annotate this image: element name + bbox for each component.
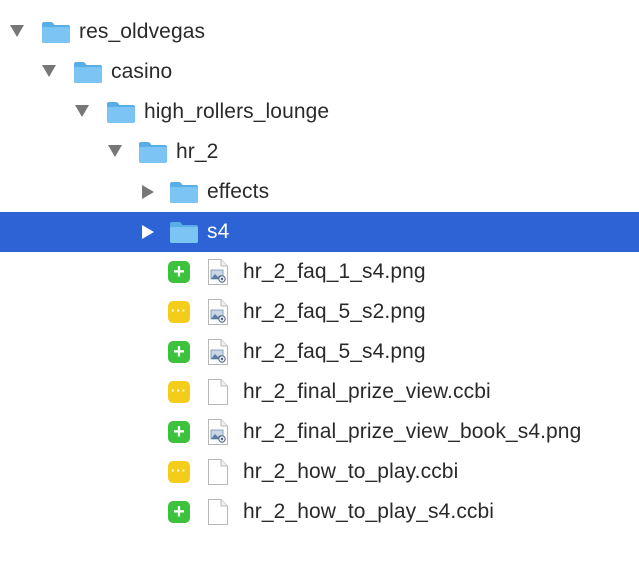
image-file-icon <box>207 298 229 326</box>
image-file-icon <box>207 258 229 286</box>
document-file-icon <box>207 498 229 526</box>
folder-label: res_oldvegas <box>79 20 206 43</box>
file-label: hr_2_faq_5_s2.png <box>243 300 426 323</box>
file-label: hr_2_faq_1_s4.png <box>243 260 426 283</box>
file-label: hr_2_how_to_play_s4.ccbi <box>243 500 495 523</box>
tree-row-file[interactable]: + hr_2_how_to_play_s4.ccbi <box>0 492 639 532</box>
status-modified-badge: ··· <box>168 461 190 483</box>
tree-row-file[interactable]: ··· hr_2_final_prize_view.ccbi <box>0 372 639 412</box>
status-added-badge: + <box>168 341 190 363</box>
file-label: hr_2_faq_5_s4.png <box>243 340 426 363</box>
tree-row-high-rollers-lounge[interactable]: high_rollers_lounge <box>0 92 639 132</box>
tree-row-res-oldvegas[interactable]: res_oldvegas <box>0 12 639 52</box>
disclosure-triangle-collapsed-icon[interactable] <box>142 185 154 199</box>
disclosure-triangle-expanded-icon[interactable] <box>10 25 24 37</box>
folder-icon <box>106 100 136 124</box>
tree-row-file[interactable]: ··· hr_2_faq_5_s2.png <box>0 292 639 332</box>
status-added-badge: + <box>168 421 190 443</box>
tree-row-s4[interactable]: s4 <box>0 212 639 252</box>
file-label: hr_2_final_prize_view_book_s4.png <box>243 420 582 443</box>
folder-icon <box>73 60 103 84</box>
image-file-icon <box>207 338 229 366</box>
tree-row-casino[interactable]: casino <box>0 52 639 92</box>
file-label: hr_2_how_to_play.ccbi <box>243 460 459 483</box>
tree-row-file[interactable]: + hr_2_faq_5_s4.png <box>0 332 639 372</box>
tree-row-file[interactable]: + hr_2_final_prize_view_book_s4.png <box>0 412 639 452</box>
disclosure-triangle-expanded-icon[interactable] <box>108 145 122 157</box>
folder-icon <box>138 140 168 164</box>
folder-label: s4 <box>207 220 230 243</box>
status-added-badge: + <box>168 501 190 523</box>
tree-row-effects[interactable]: effects <box>0 172 639 212</box>
folder-label: casino <box>111 60 173 83</box>
disclosure-triangle-collapsed-icon[interactable] <box>142 225 154 239</box>
status-modified-badge: ··· <box>168 381 190 403</box>
document-file-icon <box>207 378 229 406</box>
image-file-icon <box>207 418 229 446</box>
tree-row-file[interactable]: ··· hr_2_how_to_play.ccbi <box>0 452 639 492</box>
document-file-icon <box>207 458 229 486</box>
disclosure-triangle-expanded-icon[interactable] <box>75 105 89 117</box>
tree-row-hr-2[interactable]: hr_2 <box>0 132 639 172</box>
tree-row-file[interactable]: + hr_2_faq_1_s4.png <box>0 252 639 292</box>
disclosure-triangle-expanded-icon[interactable] <box>42 65 56 77</box>
folder-icon <box>169 180 199 204</box>
folder-label: hr_2 <box>176 140 219 163</box>
folder-icon <box>169 220 199 244</box>
folder-label: effects <box>207 180 270 203</box>
status-modified-badge: ··· <box>168 301 190 323</box>
status-added-badge: + <box>168 261 190 283</box>
file-tree: res_oldvegas casino high_rollers_lounge … <box>0 0 639 583</box>
folder-label: high_rollers_lounge <box>144 100 330 123</box>
file-label: hr_2_final_prize_view.ccbi <box>243 380 491 403</box>
folder-icon <box>41 20 71 44</box>
